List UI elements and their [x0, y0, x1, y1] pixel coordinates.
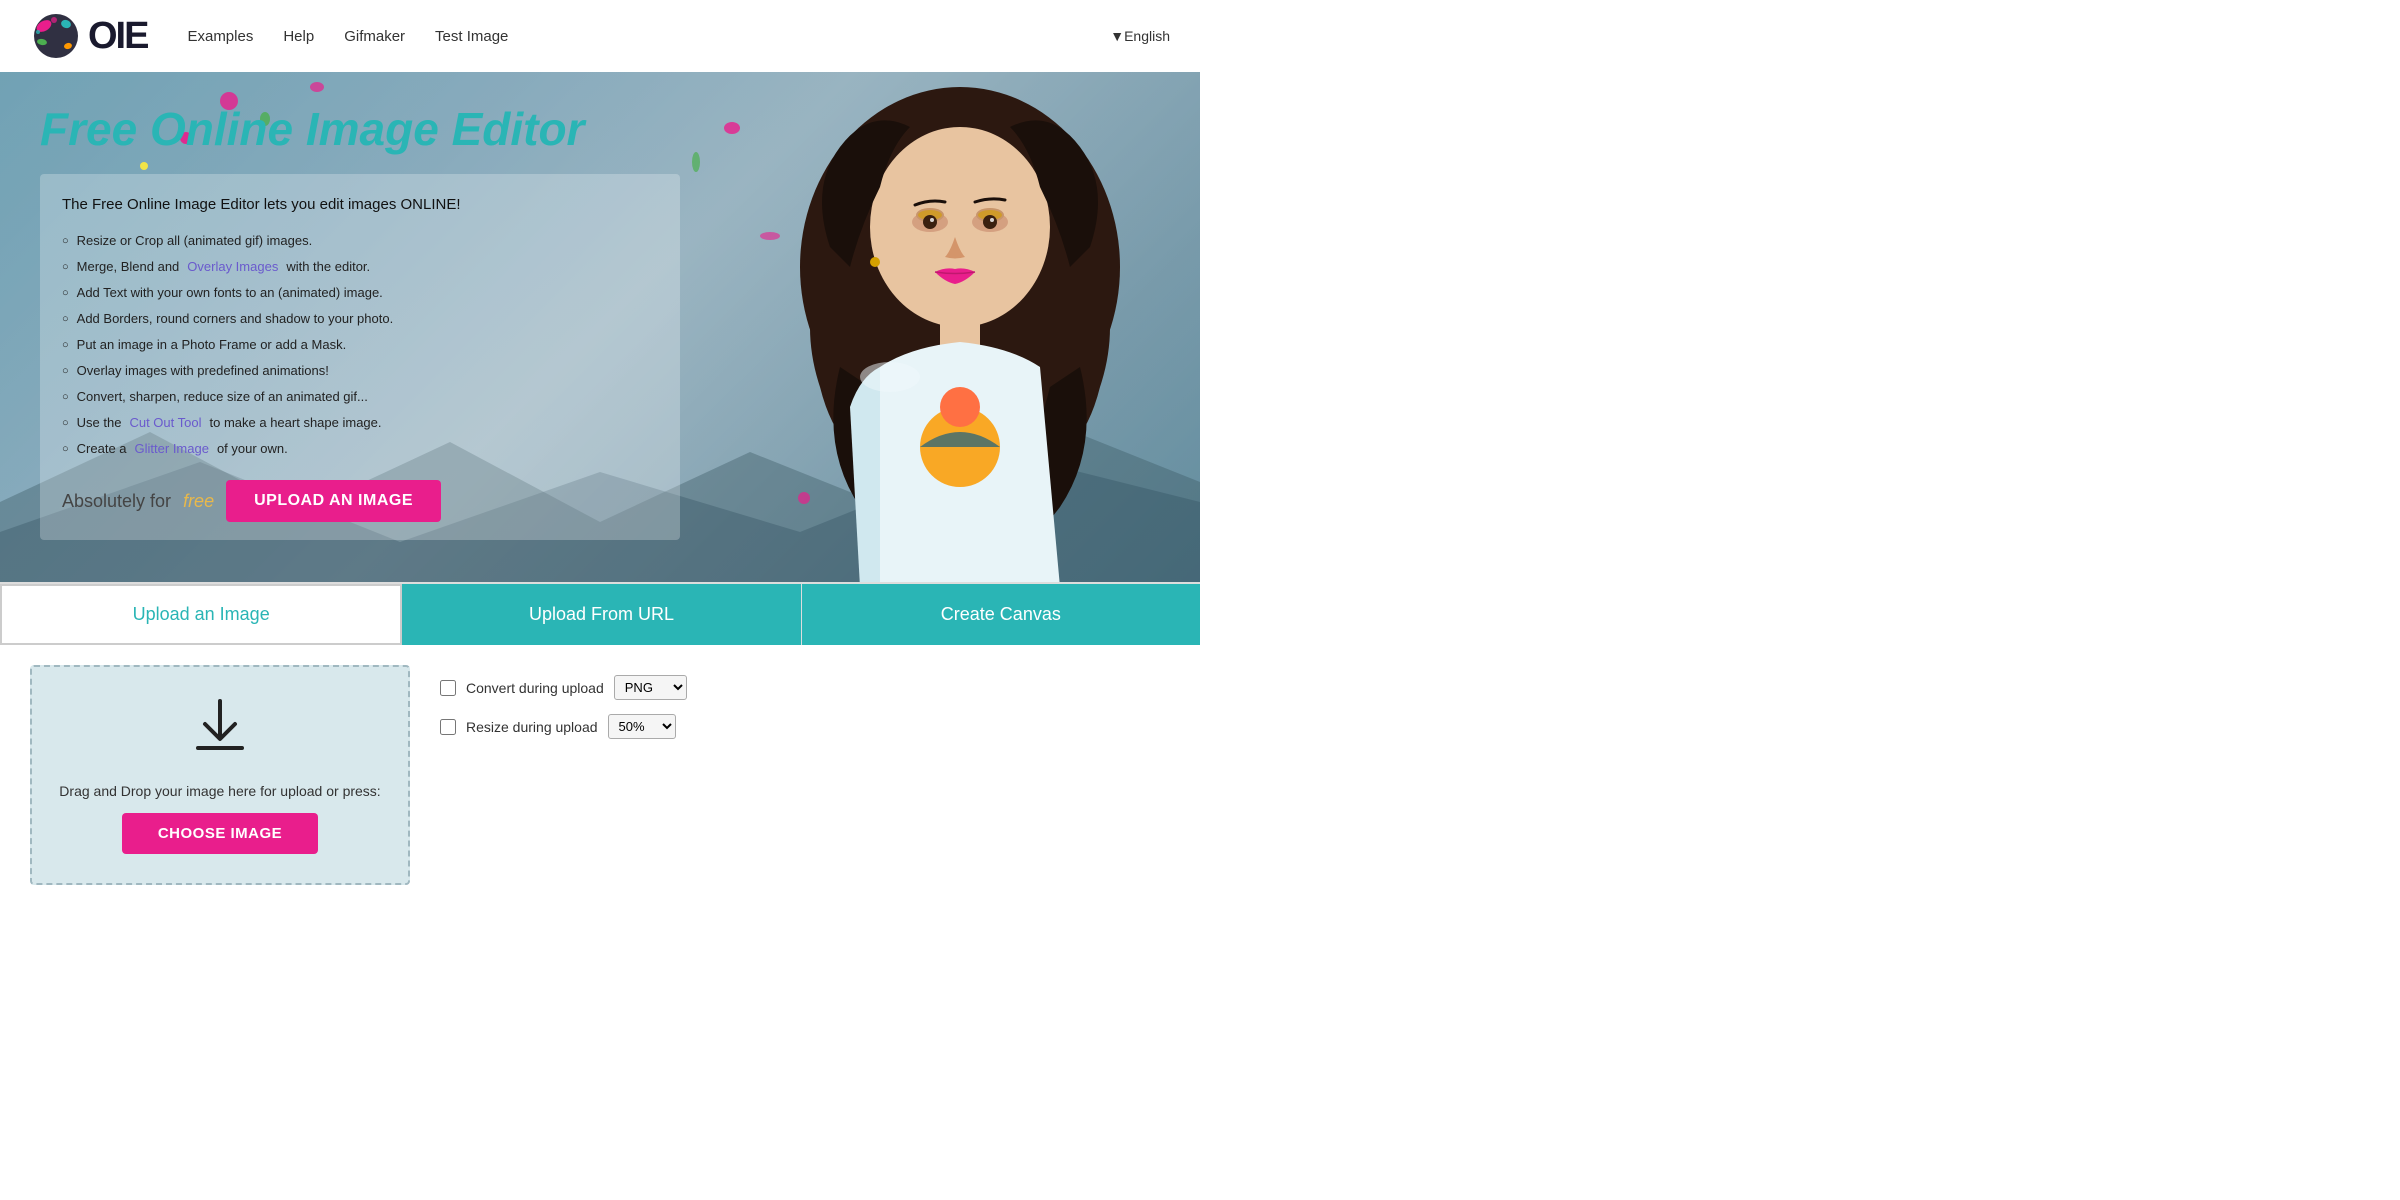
logo-text: OIE: [88, 15, 147, 58]
convert-label: Convert during upload: [466, 680, 604, 696]
feature-5: Put an image in a Photo Frame or add a M…: [62, 332, 658, 358]
feature-2: Merge, Blend and Overlay Images with the…: [62, 254, 658, 280]
feature-9: Create a Glitter Image of your own.: [62, 436, 658, 462]
tab-upload-image[interactable]: Upload an Image: [0, 584, 402, 645]
tab-create-canvas[interactable]: Create Canvas: [802, 584, 1200, 645]
convert-checkbox[interactable]: [440, 680, 456, 696]
feature-1: Resize or Crop all (animated gif) images…: [62, 228, 658, 254]
navbar: OIE Examples Help Gifmaker Test Image ▼E…: [0, 0, 1200, 72]
drop-text: Drag and Drop your image here for upload…: [59, 783, 380, 799]
upload-icon: [190, 696, 250, 769]
cta-free: free: [183, 486, 214, 517]
upload-area: Drag and Drop your image here for upload…: [0, 645, 1200, 905]
convert-format-select[interactable]: PNG JPG GIF WEBP: [614, 675, 687, 700]
glitter-image-link[interactable]: Glitter Image: [135, 438, 209, 460]
convert-option-row: Convert during upload PNG JPG GIF WEBP: [440, 675, 687, 700]
logo-area: OIE: [30, 10, 147, 62]
feature-8: Use the Cut Out Tool to make a heart sha…: [62, 410, 658, 436]
feature-list: Resize or Crop all (animated gif) images…: [62, 228, 658, 463]
cta-text: Absolutely for: [62, 486, 171, 517]
tabs-section: Upload an Image Upload From URL Create C…: [0, 582, 1200, 645]
choose-image-button[interactable]: CHOOSE IMAGE: [122, 813, 318, 854]
drop-zone[interactable]: Drag and Drop your image here for upload…: [30, 665, 410, 885]
test-image-link[interactable]: Test Image: [435, 28, 508, 45]
cta-line: Absolutely for free UPLOAD AN IMAGE: [62, 480, 658, 522]
girl-illustration: [720, 72, 1200, 582]
feature-6: Overlay images with predefined animation…: [62, 358, 658, 384]
hero-description: The Free Online Image Editor lets you ed…: [40, 174, 680, 540]
options-area: Convert during upload PNG JPG GIF WEBP R…: [440, 665, 687, 739]
hero-section: Free Online Image Editor The Free Online…: [0, 72, 1200, 582]
language-selector[interactable]: ▼English: [1110, 28, 1170, 44]
resize-option-row: Resize during upload 50% 25% 75% 100%: [440, 714, 687, 739]
feature-3: Add Text with your own fonts to an (anim…: [62, 280, 658, 306]
hero-content: Free Online Image Editor The Free Online…: [0, 72, 720, 570]
hero-intro: The Free Online Image Editor lets you ed…: [62, 192, 658, 218]
examples-link[interactable]: Examples: [187, 28, 253, 45]
girl-svg: [730, 72, 1190, 582]
feature-7: Convert, sharpen, reduce size of an anim…: [62, 384, 658, 410]
tab-upload-url[interactable]: Upload From URL: [402, 584, 801, 645]
cut-out-tool-link[interactable]: Cut Out Tool: [129, 412, 201, 434]
resize-checkbox[interactable]: [440, 719, 456, 735]
logo-icon: [30, 10, 82, 62]
feature-4: Add Borders, round corners and shadow to…: [62, 306, 658, 332]
resize-label: Resize during upload: [466, 719, 598, 735]
gifmaker-link[interactable]: Gifmaker: [344, 28, 405, 45]
hero-upload-button[interactable]: UPLOAD AN IMAGE: [226, 480, 441, 522]
help-link[interactable]: Help: [283, 28, 314, 45]
resize-percent-select[interactable]: 50% 25% 75% 100%: [608, 714, 676, 739]
nav-links: Examples Help Gifmaker Test Image: [187, 28, 1110, 45]
overlay-images-link[interactable]: Overlay Images: [187, 256, 278, 278]
hero-title: Free Online Image Editor: [40, 102, 680, 156]
